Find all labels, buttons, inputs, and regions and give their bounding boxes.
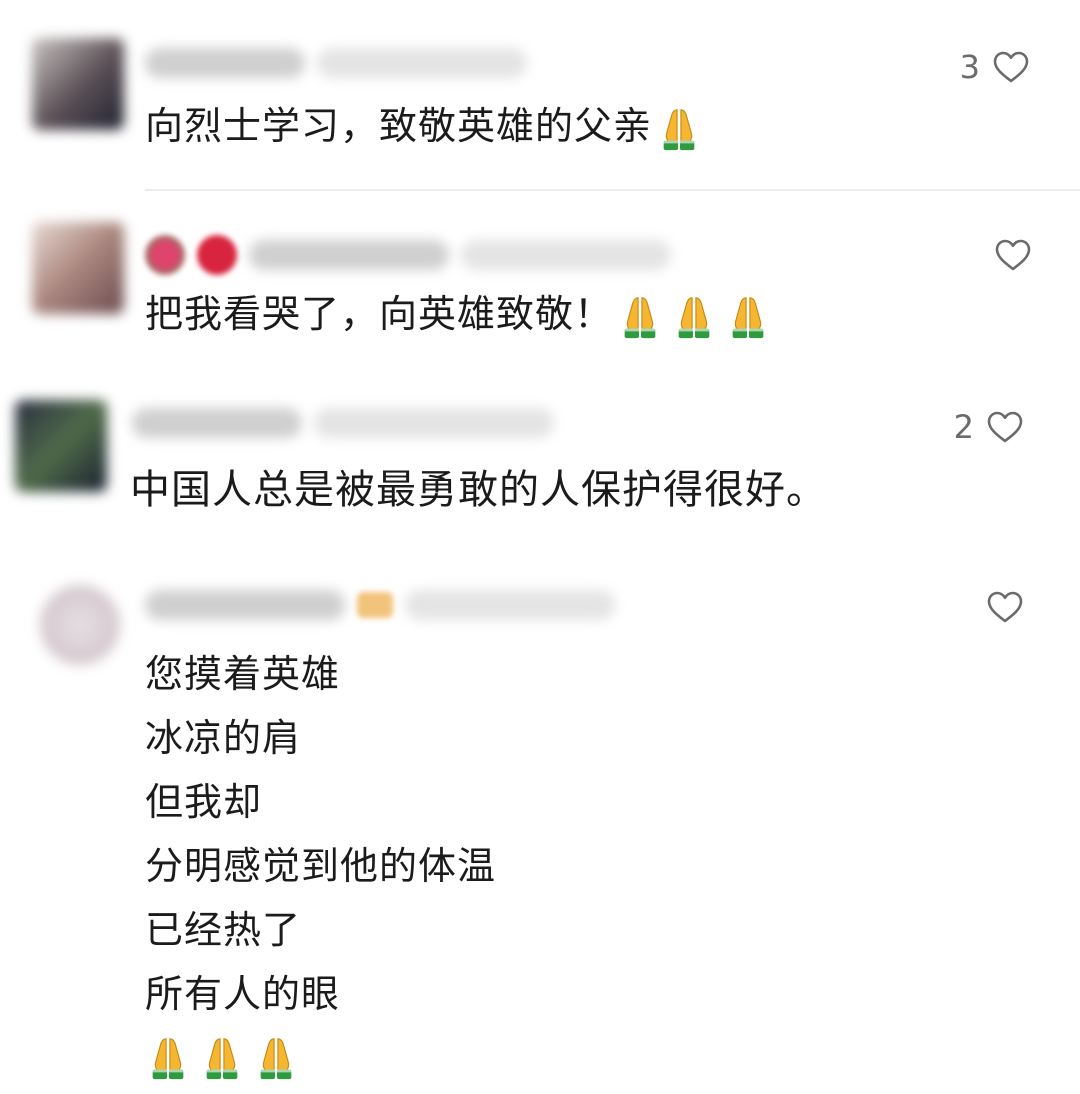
emoji-group bbox=[145, 1035, 299, 1081]
avatar[interactable] bbox=[32, 38, 124, 130]
comment-meta bbox=[145, 46, 527, 80]
folded-hands-emoji bbox=[199, 1035, 245, 1081]
folded-hands-emoji bbox=[656, 106, 702, 152]
heart-outline-icon bbox=[986, 410, 1024, 444]
location-time-blurred bbox=[317, 48, 527, 78]
like-count: 3 bbox=[959, 48, 980, 86]
comment-text: 您摸着英雄 冰凉的肩 但我却 分明感觉到他的体温 已经热了 所有人的眼 bbox=[145, 642, 496, 1090]
comment-line: 但我却 bbox=[145, 780, 263, 824]
comment-line: 冰凉的肩 bbox=[145, 716, 302, 760]
comment-text: 中国人总是被最勇敢的人保护得很好。 bbox=[130, 467, 827, 513]
location-time-blurred bbox=[461, 240, 671, 270]
comment-line: 已经热了 bbox=[145, 908, 302, 952]
flower-emoji-blurred bbox=[145, 235, 185, 275]
comment-text: 向烈士学习，致敬英雄的父亲 bbox=[145, 94, 702, 158]
comment-line: 您摸着英雄 bbox=[145, 652, 341, 696]
folded-hands-emoji bbox=[617, 294, 663, 340]
username-blurred[interactable] bbox=[145, 590, 345, 620]
emoji-group bbox=[617, 294, 771, 340]
like-count: 2 bbox=[953, 408, 974, 446]
emoji-group bbox=[656, 106, 702, 152]
comment-line: 分明感觉到他的体温 bbox=[145, 844, 497, 888]
like-button[interactable]: 3 bbox=[960, 48, 1030, 86]
location-time-blurred bbox=[314, 408, 554, 438]
username-blurred[interactable] bbox=[132, 408, 302, 438]
folded-hands-emoji bbox=[253, 1035, 299, 1081]
comment-meta bbox=[132, 406, 554, 440]
like-button[interactable]: 2 bbox=[954, 408, 1024, 446]
username-blurred[interactable] bbox=[249, 240, 449, 270]
folded-hands-emoji bbox=[725, 294, 771, 340]
comment-text: 把我看哭了，向英雄致敬！ bbox=[145, 282, 771, 346]
comment-line: 所有人的眼 bbox=[145, 972, 341, 1016]
avatar[interactable] bbox=[32, 222, 124, 314]
divider bbox=[145, 189, 1080, 191]
heart-outline-icon bbox=[992, 50, 1030, 84]
crown-badge-blurred bbox=[357, 592, 393, 618]
heart-outline-icon bbox=[986, 590, 1024, 624]
username-blurred[interactable] bbox=[145, 48, 305, 78]
avatar[interactable] bbox=[15, 400, 107, 492]
folded-hands-emoji bbox=[671, 294, 717, 340]
comment-meta bbox=[145, 588, 615, 622]
heart-outline-icon bbox=[994, 238, 1032, 272]
location-time-blurred bbox=[405, 590, 615, 620]
comment-meta bbox=[145, 235, 671, 275]
folded-hands-emoji bbox=[145, 1035, 191, 1081]
like-button[interactable] bbox=[974, 590, 1024, 624]
avatar[interactable] bbox=[40, 585, 120, 665]
like-button[interactable] bbox=[982, 238, 1032, 272]
rose-emoji-blurred bbox=[197, 235, 237, 275]
